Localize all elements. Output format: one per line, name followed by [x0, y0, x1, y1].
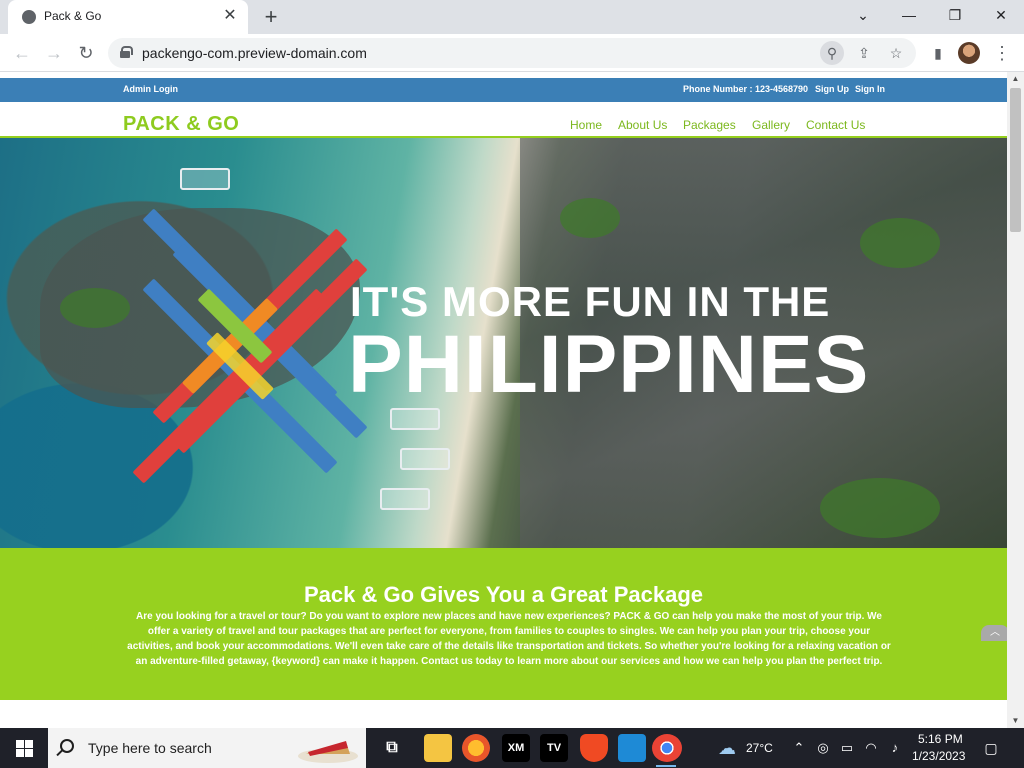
sign-up-link[interactable]: Sign Up — [815, 84, 849, 94]
promo-body: Are you looking for a travel or tour? Do… — [127, 611, 891, 667]
hero-boat — [180, 168, 230, 190]
hero-boat — [400, 448, 450, 470]
page-viewport: Admin Login Phone Number : 123-4568790 S… — [0, 72, 1007, 728]
windows-taskbar: Type here to search ⧉ XM TV ☁ 27°C ⌃ ◎ ▭… — [0, 728, 1024, 768]
sign-in-link[interactable]: Sign In — [855, 84, 885, 94]
admin-login-link[interactable]: Admin Login — [123, 84, 178, 94]
promo-heading: Pack & Go Gives You a Great Package — [303, 582, 704, 607]
vscode-icon[interactable] — [618, 734, 646, 762]
back-button[interactable]: ← — [8, 39, 36, 67]
task-view-icon[interactable]: ⧉ — [378, 734, 406, 762]
globe-icon — [22, 10, 36, 24]
volume-icon[interactable]: ♪ — [886, 739, 904, 757]
url-text[interactable]: packengo-com.preview-domain.com — [142, 45, 367, 61]
nav-gallery[interactable]: Gallery — [752, 118, 790, 132]
search-placeholder[interactable]: Type here to search — [88, 740, 212, 756]
hero-boat — [380, 488, 430, 510]
browser-tab-active[interactable]: Pack & Go ✕ — [8, 0, 248, 34]
nav-contact-us[interactable]: Contact Us — [806, 118, 865, 132]
nav-packages[interactable]: Packages — [683, 118, 736, 132]
hero-foliage — [560, 198, 620, 238]
nav-home[interactable]: Home — [570, 118, 602, 132]
lock-icon[interactable] — [120, 46, 133, 58]
wifi-icon[interactable]: ◠ — [862, 739, 880, 757]
search-icon — [60, 739, 74, 753]
philippines-weave-logo — [130, 208, 368, 484]
chrome-icon[interactable] — [652, 734, 682, 767]
hero-headline-main: PHILIPPINES — [348, 319, 870, 410]
promo-section: Pack & Go Gives You a Great Package Are … — [0, 548, 1007, 700]
show-hidden-icons-icon[interactable]: ⌃ — [790, 739, 808, 757]
close-tab-icon[interactable]: ✕ — [220, 6, 240, 26]
nav-about-us[interactable]: About Us — [618, 118, 667, 132]
forward-button[interactable]: → — [40, 39, 68, 67]
xm-app-icon[interactable]: XM — [502, 734, 530, 762]
restore-button[interactable]: ❐ — [932, 0, 978, 30]
bookmark-star-icon[interactable]: ☆ — [884, 41, 908, 65]
file-explorer-icon[interactable] — [424, 734, 452, 762]
windows-logo-icon — [25, 740, 33, 748]
hero-foliage — [860, 218, 940, 268]
clock-date[interactable]: 1/23/2023 — [912, 749, 965, 763]
firefox-icon[interactable] — [462, 734, 490, 762]
tradingview-icon[interactable]: TV — [540, 734, 568, 762]
reload-button[interactable]: ↻ — [72, 39, 100, 67]
site-navbar: PACK & GO Home About Us Packages Gallery… — [0, 102, 1007, 138]
new-tab-button[interactable]: + — [258, 4, 284, 30]
start-button[interactable] — [0, 728, 48, 768]
profile-avatar[interactable] — [958, 42, 980, 64]
browser-menu-icon[interactable]: ⋮ — [988, 39, 1016, 67]
minimize-button[interactable]: — — [886, 0, 932, 30]
hero-foliage — [820, 478, 940, 538]
scrollbar-thumb[interactable] — [1010, 88, 1021, 232]
side-panel-icon[interactable]: ▮ — [924, 39, 952, 67]
meet-now-icon[interactable]: ◎ — [814, 739, 832, 757]
brave-browser-icon[interactable] — [580, 734, 608, 762]
windows-logo-icon — [16, 740, 24, 748]
weather-cloud-icon[interactable]: ☁ — [714, 739, 740, 757]
back-to-top-button[interactable]: ︿ — [981, 625, 1009, 641]
scroll-up-arrow-icon[interactable]: ▲ — [1007, 72, 1024, 86]
notifications-icon[interactable]: ▢ — [982, 739, 1000, 757]
page-scrollbar[interactable]: ▲ ▼ — [1007, 72, 1024, 728]
zoom-icon[interactable]: ⚲ — [820, 41, 844, 65]
close-window-button[interactable]: ✕ — [978, 0, 1024, 30]
address-bar[interactable]: packengo-com.preview-domain.com ⚲ ⇪ ☆ — [108, 38, 916, 68]
site-topbar: Admin Login Phone Number : 123-4568790 S… — [0, 78, 1007, 102]
phone-number: Phone Number : 123-4568790 — [683, 84, 809, 94]
weather-temperature[interactable]: 27°C — [746, 741, 773, 755]
taskbar-search[interactable]: Type here to search — [48, 728, 366, 768]
browser-toolbar: ← → ↻ packengo-com.preview-domain.com ⚲ … — [0, 34, 1024, 72]
windows-logo-icon — [25, 749, 33, 757]
cherry-pie-icon — [298, 741, 358, 763]
share-icon[interactable]: ⇪ — [852, 41, 876, 65]
tab-search-icon[interactable]: ⌄ — [840, 0, 886, 30]
hero-banner: IT'S MORE FUN IN THE PHILIPPINES — [0, 138, 1007, 548]
browser-tabstrip: Pack & Go ✕ + ⌄ — ❐ ✕ — [0, 0, 1024, 34]
battery-icon[interactable]: ▭ — [838, 739, 856, 757]
scroll-down-arrow-icon[interactable]: ▼ — [1007, 714, 1024, 728]
hero-foliage — [60, 288, 130, 328]
clock-time[interactable]: 5:16 PM — [918, 732, 963, 746]
tab-title: Pack & Go — [44, 9, 102, 23]
site-logo[interactable]: PACK & GO — [123, 113, 239, 136]
windows-logo-icon — [16, 749, 24, 757]
